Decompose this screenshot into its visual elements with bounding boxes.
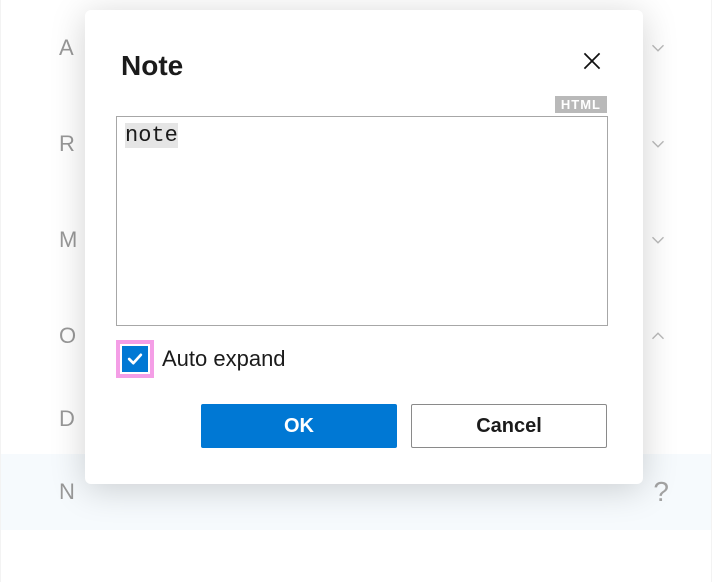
close-button[interactable]	[575, 44, 609, 78]
checkbox-highlight	[116, 340, 154, 378]
note-dialog: Note HTML note Auto expand OK Cancel	[85, 10, 643, 484]
note-input[interactable]: note	[116, 116, 608, 326]
dialog-header: Note	[121, 50, 607, 82]
auto-expand-label: Auto expand	[162, 346, 286, 372]
note-field-wrap: HTML note	[116, 116, 607, 326]
auto-expand-checkbox[interactable]	[122, 346, 148, 372]
html-badge: HTML	[555, 96, 607, 113]
cancel-button[interactable]: Cancel	[411, 404, 607, 448]
ok-button[interactable]: OK	[201, 404, 397, 448]
note-text: note	[125, 123, 178, 148]
auto-expand-row: Auto expand	[116, 340, 607, 378]
checkmark-icon	[125, 349, 145, 369]
dialog-buttons: OK Cancel	[121, 404, 607, 448]
dialog-title: Note	[121, 50, 183, 82]
close-icon	[579, 48, 605, 74]
